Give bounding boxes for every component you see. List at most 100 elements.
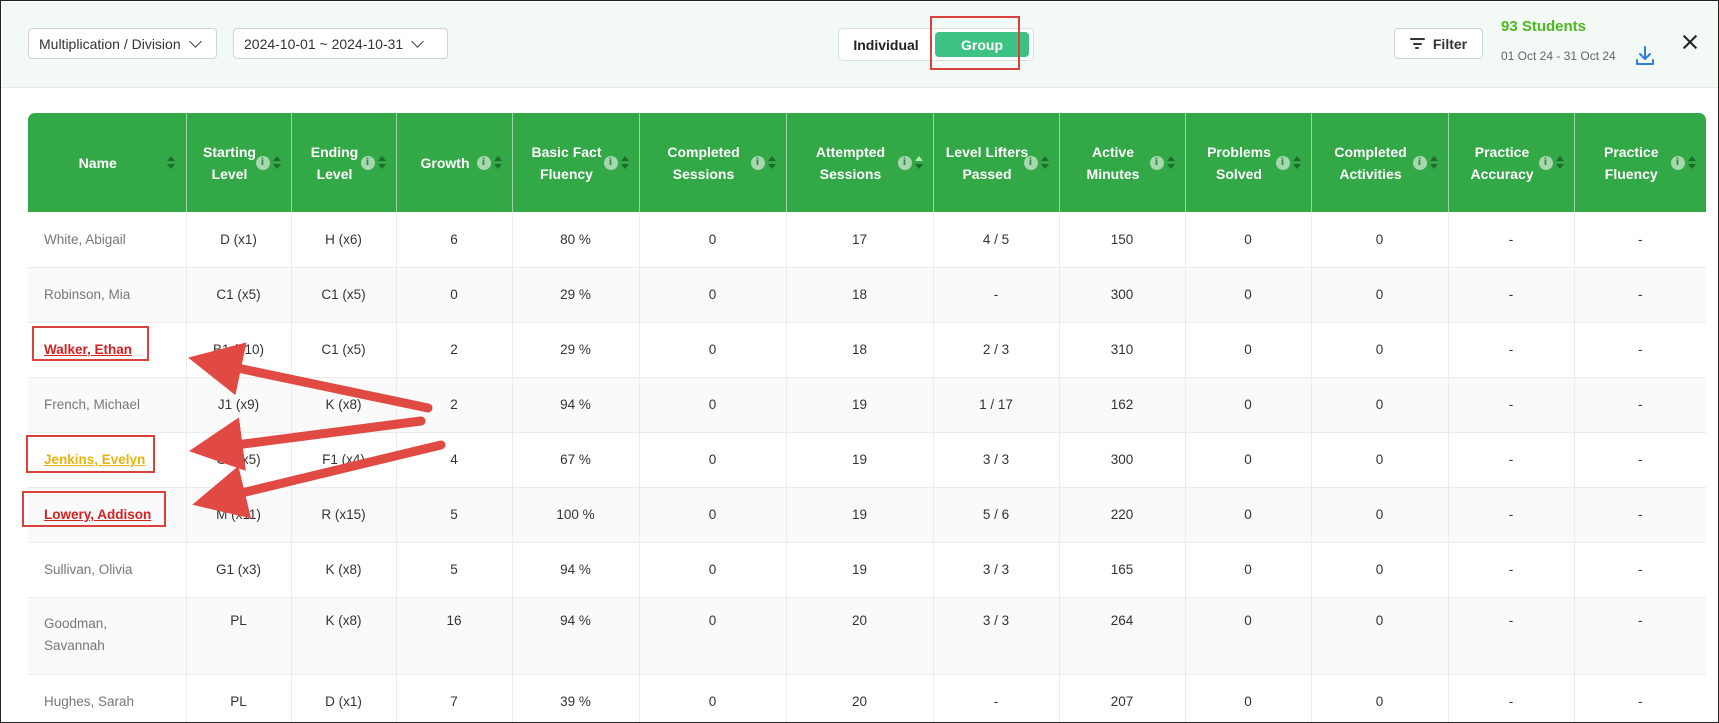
report-date-range: 01 Oct 24 - 31 Oct 24 bbox=[1501, 49, 1616, 63]
student-name: Hughes, Sarah bbox=[44, 694, 135, 709]
student-name: Robinson, Mia bbox=[44, 287, 131, 302]
report-window: Multiplication / Division 2024-10-01 ~ 2… bbox=[0, 0, 1719, 723]
sort-icon[interactable] bbox=[272, 155, 281, 170]
table-cell: 0 bbox=[1311, 377, 1449, 433]
table-cell: C1 (x5) bbox=[186, 432, 292, 488]
table-cell: 0 bbox=[639, 212, 787, 268]
table-cell: 0 bbox=[639, 674, 787, 722]
column-header[interactable]: Basic Fact Fluency i bbox=[512, 113, 640, 212]
table-cell: 0 bbox=[1185, 212, 1312, 268]
column-header[interactable]: Practice Accuracy i bbox=[1448, 113, 1575, 212]
column-header-label: Completed Activities bbox=[1334, 143, 1407, 182]
column-header[interactable]: Level Lifters Passed i bbox=[933, 113, 1060, 212]
individual-view-button[interactable]: Individual bbox=[843, 32, 929, 57]
table-cell: 19 bbox=[786, 487, 934, 543]
filter-button-label: Filter bbox=[1432, 35, 1468, 52]
table-cell: PL bbox=[186, 597, 292, 675]
sort-icon[interactable] bbox=[377, 155, 386, 170]
table-row[interactable]: Hughes, Sarah PL D (x1) 7 39 % 0 20-207 0 0- - bbox=[28, 674, 1706, 722]
table-row[interactable]: French, Michael J1 (x9) K (x8) 2 94 % 0 19 1 / … bbox=[28, 377, 1706, 433]
table-cell: 0 bbox=[1185, 432, 1312, 488]
table-cell: 94 % bbox=[512, 597, 640, 675]
filter-icon bbox=[1409, 38, 1425, 49]
info-icon[interactable]: i bbox=[750, 155, 765, 170]
sort-icon[interactable] bbox=[493, 155, 502, 170]
table-cell: 300 bbox=[1059, 267, 1186, 323]
sort-icon[interactable] bbox=[167, 155, 175, 170]
table-row[interactable]: Jenkins, Evelyn C1 (x5) F1 (x4) 4 67 % 0 19 3 /… bbox=[28, 432, 1706, 488]
date-range-dropdown[interactable]: 2024-10-01 ~ 2024-10-31 bbox=[233, 28, 448, 59]
table-cell: 5 / 6 bbox=[933, 487, 1060, 543]
column-header[interactable]: Name bbox=[28, 113, 187, 212]
info-icon[interactable]: i bbox=[360, 155, 375, 170]
filter-button[interactable]: Filter bbox=[1394, 28, 1483, 59]
table-cell: 220 bbox=[1059, 487, 1186, 543]
table-cell: - bbox=[1574, 674, 1706, 722]
sort-icon[interactable] bbox=[620, 155, 629, 170]
sort-icon[interactable] bbox=[914, 155, 923, 170]
column-header-label: Completed Sessions bbox=[667, 143, 740, 182]
operation-dropdown[interactable]: Multiplication / Division bbox=[28, 28, 217, 59]
table-cell: 3 / 3 bbox=[933, 542, 1060, 598]
table-cell: 20 bbox=[786, 674, 934, 722]
info-icon[interactable]: i bbox=[255, 155, 270, 170]
table-cell: 4 bbox=[396, 432, 513, 488]
table-cell: 2 bbox=[396, 377, 513, 433]
table-cell: 207 bbox=[1059, 674, 1186, 722]
download-icon[interactable] bbox=[1634, 44, 1656, 68]
column-header[interactable]: Completed Activities i bbox=[1311, 113, 1449, 212]
student-name-cell: Hughes, Sarah bbox=[28, 674, 187, 722]
column-header[interactable]: Ending Level i bbox=[291, 113, 397, 212]
column-header-label: Practice Accuracy bbox=[1470, 143, 1534, 182]
table-row[interactable]: Sullivan, Olivia G1 (x3) K (x8) 5 94 % 0 19 3 /… bbox=[28, 542, 1706, 598]
column-header[interactable]: Practice Fluency i bbox=[1574, 113, 1706, 212]
info-icon[interactable]: i bbox=[1670, 155, 1685, 170]
info-icon[interactable]: i bbox=[603, 155, 618, 170]
column-header-label: Name bbox=[78, 154, 117, 171]
table-cell: 67 % bbox=[512, 432, 640, 488]
report-toolbar: Multiplication / Division 2024-10-01 ~ 2… bbox=[2, 2, 1718, 88]
table-cell: - bbox=[1448, 267, 1575, 323]
table-cell: J1 (x9) bbox=[186, 377, 292, 433]
sort-icon[interactable] bbox=[1687, 155, 1696, 170]
sort-icon[interactable] bbox=[767, 155, 776, 170]
student-name-cell: Goodman, Savannah bbox=[28, 597, 187, 675]
info-icon[interactable]: i bbox=[476, 155, 491, 170]
table-row[interactable]: Lowery, Addison M (x11) R (x15) 5 100 % 0 19 5 … bbox=[28, 487, 1706, 543]
table-cell: 19 bbox=[786, 377, 934, 433]
sort-icon[interactable] bbox=[1429, 155, 1438, 170]
column-header[interactable]: Growth i bbox=[396, 113, 513, 212]
table-cell: 94 % bbox=[512, 377, 640, 433]
table-cell: - bbox=[1448, 597, 1575, 675]
info-icon[interactable]: i bbox=[1538, 155, 1553, 170]
table-row[interactable]: Walker, Ethan B1 (x10) C1 (x5) 2 29 % 0 18 2 / … bbox=[28, 322, 1706, 378]
chevron-down-icon bbox=[188, 34, 202, 48]
column-header[interactable]: Attempted Sessions i bbox=[786, 113, 934, 212]
info-icon[interactable]: i bbox=[1275, 155, 1290, 170]
info-icon[interactable]: i bbox=[1412, 155, 1427, 170]
table-row[interactable]: Robinson, Mia C1 (x5) C1 (x5) 0 29 % 0 18-300 0… bbox=[28, 267, 1706, 323]
column-header[interactable]: Problems Solved i bbox=[1185, 113, 1312, 212]
info-icon[interactable]: i bbox=[1149, 155, 1164, 170]
sort-icon[interactable] bbox=[1166, 155, 1175, 170]
table-cell: 94 % bbox=[512, 542, 640, 598]
sort-icon[interactable] bbox=[1040, 155, 1049, 170]
table-cell: 100 % bbox=[512, 487, 640, 543]
sort-icon[interactable] bbox=[1555, 155, 1564, 170]
info-icon[interactable]: i bbox=[897, 155, 912, 170]
table-cell: 0 bbox=[1185, 322, 1312, 378]
table-cell: 0 bbox=[1185, 267, 1312, 323]
table-cell: 7 bbox=[396, 674, 513, 722]
column-header[interactable]: Completed Sessions i bbox=[639, 113, 787, 212]
info-icon[interactable]: i bbox=[1023, 155, 1038, 170]
close-icon[interactable] bbox=[1682, 34, 1698, 50]
table-row[interactable]: Goodman, Savannah PL K (x8) 16 94 % 0 20 3 / 32… bbox=[28, 597, 1706, 675]
sort-icon[interactable] bbox=[1292, 155, 1301, 170]
table-cell: K (x8) bbox=[291, 377, 397, 433]
table-cell: M (x11) bbox=[186, 487, 292, 543]
table-row[interactable]: White, Abigail D (x1) H (x6) 6 80 % 0 17 4 / 51… bbox=[28, 212, 1706, 268]
date-range-dropdown-label: 2024-10-01 ~ 2024-10-31 bbox=[244, 35, 404, 52]
column-header-label: Ending Level bbox=[310, 143, 359, 182]
column-header[interactable]: Starting Level i bbox=[186, 113, 292, 212]
column-header[interactable]: Active Minutes i bbox=[1059, 113, 1186, 212]
